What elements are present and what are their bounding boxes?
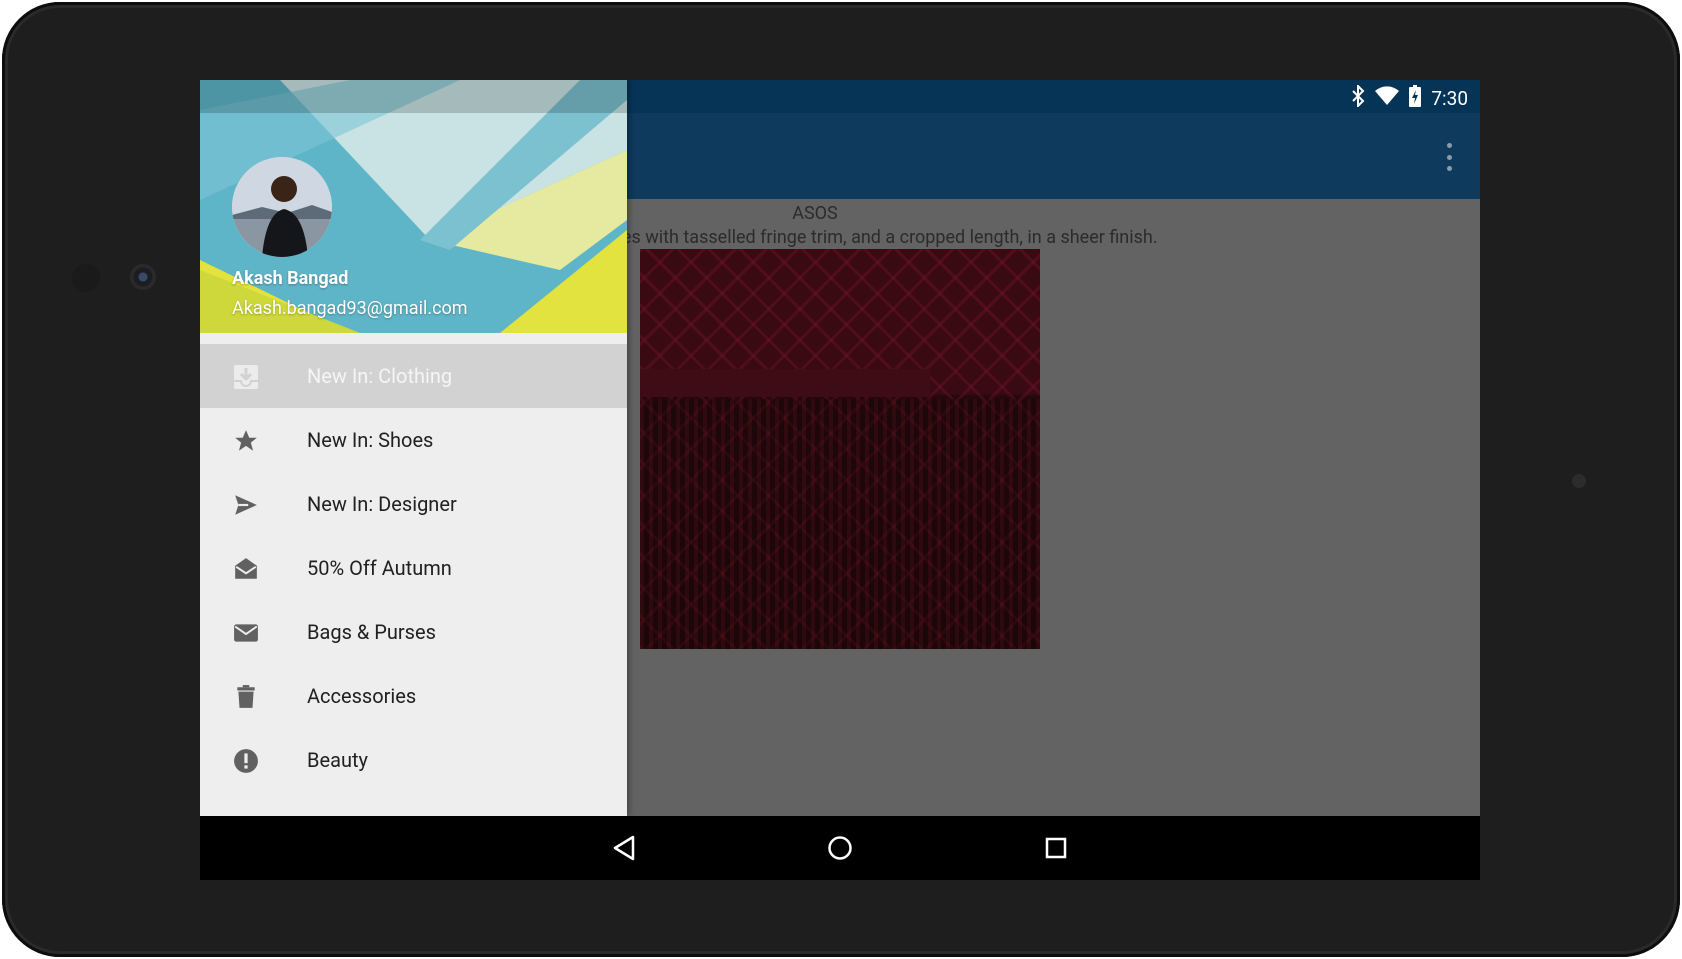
menu-item-accessories[interactable]: Accessories [200,664,627,728]
menu-item-new-in-clothing[interactable]: New In: Clothing [200,344,627,408]
menu-item-label: 50% Off Autumn [307,556,452,580]
menu-item-label: Bags & Purses [307,620,436,644]
menu-item-label: New In: Shoes [307,428,434,452]
alert-icon [233,748,259,774]
ambient-sensor [72,264,100,292]
avatar[interactable] [232,157,332,257]
system-nav-bar [200,816,1480,880]
wifi-icon [1375,86,1400,111]
menu-item-new-in-designer[interactable]: New In: Designer [200,472,627,536]
device-screen: 7:30 ASOS e, raglan style slashed sleeve… [200,80,1480,880]
drafts-icon [233,556,259,582]
user-name: Akash Bangad [232,268,349,289]
navigation-drawer: Akash Bangad Akash.bangad93@gmail.com Ne… [200,80,627,816]
user-email: Akash.bangad93@gmail.com [232,298,468,319]
menu-item-label: Beauty [307,748,368,772]
overflow-menu-icon[interactable] [1444,143,1454,171]
front-camera [130,264,156,290]
star-icon [233,428,259,454]
menu-item-label: New In: Designer [307,492,457,516]
bluetooth-icon [1351,83,1365,112]
trash-icon [233,684,259,710]
inbox-download-icon [233,364,259,390]
drawer-header: Akash Bangad Akash.bangad93@gmail.com [200,80,627,333]
proximity-sensor [1572,474,1586,488]
status-time: 7:30 [1431,87,1468,110]
battery-icon [1409,85,1422,112]
back-icon[interactable] [608,832,640,864]
recents-icon[interactable] [1040,832,1072,864]
product-image[interactable] [640,249,1040,649]
menu-item-label: Accessories [307,684,417,708]
send-icon [233,492,259,518]
menu-item-50-off-autumn[interactable]: 50% Off Autumn [200,536,627,600]
product-brand: ASOS [792,203,838,224]
menu-item-new-in-shoes[interactable]: New In: Shoes [200,408,627,472]
menu-item-label: New In: Clothing [307,364,453,388]
menu-item-beauty[interactable]: Beauty [200,728,627,792]
home-icon[interactable] [824,832,856,864]
drawer-menu: New In: Clothing New In: Shoes New In: D… [200,344,627,792]
mail-icon [233,620,259,646]
menu-item-bags-purses[interactable]: Bags & Purses [200,600,627,664]
